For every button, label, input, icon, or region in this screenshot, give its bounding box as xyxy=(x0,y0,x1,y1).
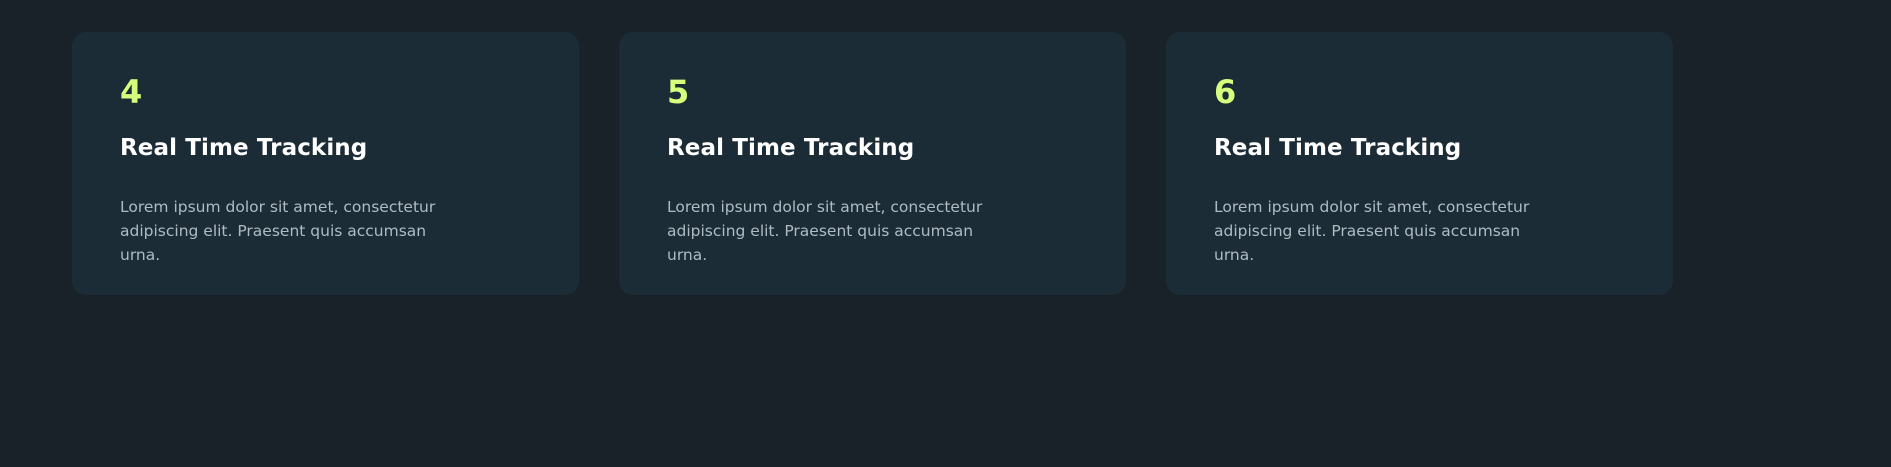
feature-card-title: Real Time Tracking xyxy=(667,135,915,161)
feature-cards-row: 4 Real Time Tracking Lorem ipsum dolor s… xyxy=(72,32,1673,295)
feature-card-title: Real Time Tracking xyxy=(120,135,368,161)
feature-card-title: Real Time Tracking xyxy=(1214,135,1462,161)
feature-card-description: Lorem ipsum dolor sit amet, consectetur … xyxy=(120,197,436,264)
feature-card-description: Lorem ipsum dolor sit amet, consectetur … xyxy=(667,197,983,264)
feature-card-4: 4 Real Time Tracking Lorem ipsum dolor s… xyxy=(72,32,579,295)
feature-card-number: 6 xyxy=(1214,73,1237,111)
feature-card-5: 5 Real Time Tracking Lorem ipsum dolor s… xyxy=(619,32,1126,295)
feature-card-description: Lorem ipsum dolor sit amet, consectetur … xyxy=(1214,197,1530,264)
feature-card-number: 4 xyxy=(120,73,143,111)
feature-card-6: 6 Real Time Tracking Lorem ipsum dolor s… xyxy=(1166,32,1673,295)
feature-card-number: 5 xyxy=(667,73,690,111)
